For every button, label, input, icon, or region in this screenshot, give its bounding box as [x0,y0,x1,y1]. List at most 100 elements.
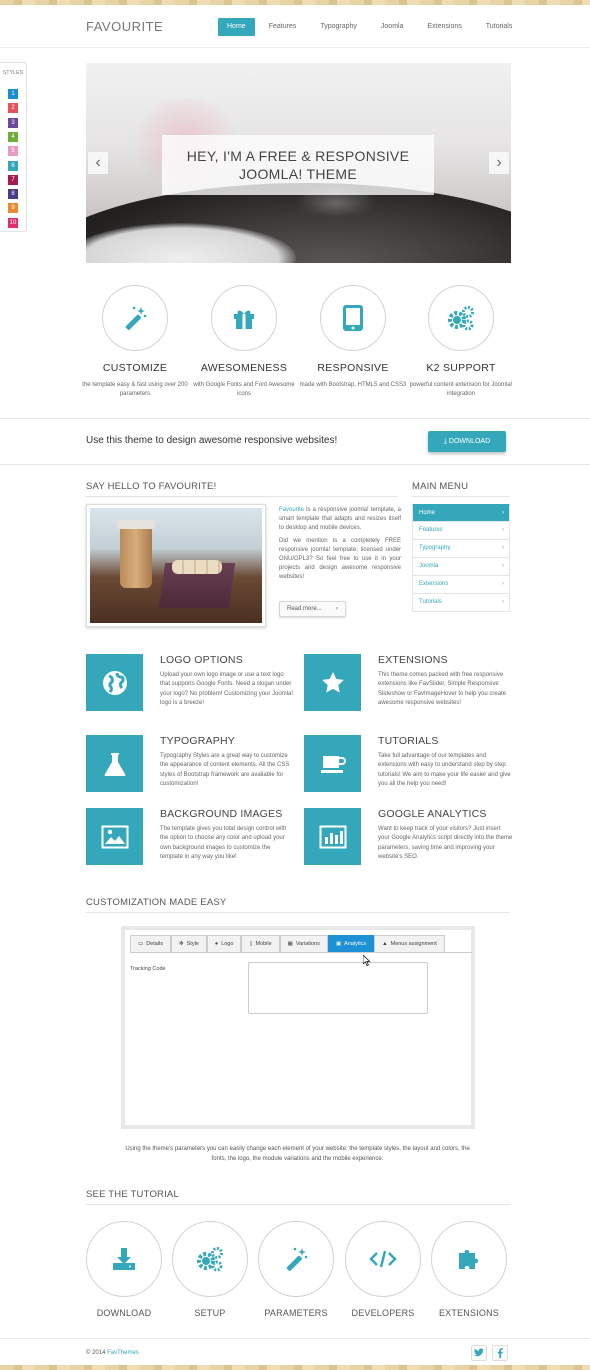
globe-icon[interactable] [86,654,143,711]
site-logo[interactable]: FAVOURITE [86,19,163,34]
tab-style[interactable]: ✻ Style [171,935,207,952]
nav-features[interactable]: Features [259,18,307,36]
tab-details[interactable]: ▭ Details [130,935,172,952]
style-swatch-2[interactable]: 2 [8,103,18,114]
style-swatch-8[interactable]: 8 [8,189,18,200]
tab-label: Details [146,940,164,947]
feature-box-title: GOOGLE ANALYTICS [378,808,487,820]
feature-box-background-images: BACKGROUND IMAGES The template gives you… [86,808,306,872]
menu-item-typography[interactable]: Typography › [412,540,510,558]
tab-variations[interactable]: ▦ Variations [279,935,328,952]
section-divider [86,496,398,497]
slider-prev-button[interactable]: ‹ [88,152,108,174]
menu-item-features[interactable]: Features › [412,522,510,540]
tutorial-developers[interactable]: DEVELOPERS [345,1221,421,1318]
puzzle-icon[interactable] [431,1221,507,1297]
gears-icon[interactable] [428,285,494,351]
feature-text: powerful content extension for Joomla! i… [409,382,513,397]
tab-mobile[interactable]: ▯ Mobile [241,935,280,952]
nav-extensions[interactable]: Extensions [417,18,471,36]
feature-box-text: Upload your own logo image or use a text… [160,672,294,707]
chevron-right-icon: › [502,563,504,569]
feature-box-logo-options: LOGO OPTIONS Upload your own logo image … [86,654,306,718]
feature-k2-support: K2 SUPPORT powerful content extension fo… [406,285,516,399]
tab-analytics[interactable]: ▣ Analytics [327,935,375,952]
menu-item-home[interactable]: Home › [412,504,510,522]
tutorial-download[interactable]: DOWNLOAD [86,1221,162,1318]
flask-icon[interactable] [86,735,143,792]
tab-logo[interactable]: ● Logo [206,935,242,952]
section-divider [412,496,510,497]
menu-item-tutorials[interactable]: Tutorials › [412,594,510,612]
company-link[interactable]: FavThemes [107,1350,139,1356]
site-header: FAVOURITE Home Features Typography Jooml… [0,5,590,48]
style-swatch-6[interactable]: 6 [8,160,18,171]
feature-text: the template easy & fast using over 200 … [82,382,188,397]
section-heading-tutorial: SEE THE TUTORIAL [86,1189,179,1200]
style-swatch-5[interactable]: 5 [8,146,18,157]
intro-paragraph-1: Favourite is a responsive joomla! templa… [279,506,401,533]
coffee-photo-image [90,508,262,623]
twitter-icon [474,1348,484,1357]
chevron-right-icon: › [502,527,504,533]
favourite-link[interactable]: Favourite [279,507,304,513]
tab-label: Menus assignment [390,940,437,947]
tracking-code-textarea[interactable] [248,962,428,1014]
sitemap-icon: ▲ [382,940,388,947]
feature-box-title: LOGO OPTIONS [160,654,243,666]
twitter-button[interactable] [471,1345,487,1361]
bar-chart-icon[interactable] [304,808,361,865]
facebook-button[interactable] [492,1345,508,1361]
menu-item-label: Joomla [419,563,439,569]
style-swatch-7[interactable]: 7 [8,174,18,185]
nav-typography[interactable]: Typography [310,18,367,36]
nav-tutorials[interactable]: Tutorials [476,18,523,36]
menu-item-label: Typography [419,545,451,551]
star-icon[interactable] [304,654,361,711]
coffee-icon[interactable] [304,735,361,792]
style-swatch-4[interactable]: 4 [8,131,18,142]
menu-item-extensions[interactable]: Extensions › [412,576,510,594]
chevron-right-icon: › [502,581,504,587]
chevron-left-icon: ‹ [95,154,101,171]
tutorial-extensions[interactable]: EXTENSIONS [431,1221,507,1318]
download-button[interactable]: ⤓ DOWNLOAD [428,431,506,452]
copyright: © 2014 FavThemes [86,1350,139,1356]
slider-next-button[interactable]: › [489,152,509,174]
nav-joomla[interactable]: Joomla [371,18,414,36]
style-swatch-3[interactable]: 3 [8,117,18,128]
style-swatch-10[interactable]: 10 [8,217,18,228]
admin-screenshot: ▭ Details ✻ Style ● Logo ▯ Mobile ▦ Variation… [121,926,475,1129]
feature-box-title: TUTORIALS [378,735,439,747]
magic-wand-icon[interactable] [102,285,168,351]
magic-wand-icon[interactable] [258,1221,334,1297]
download-icon[interactable] [86,1221,162,1297]
nav-home[interactable]: Home [218,18,255,36]
feature-text: made with Bootstrap, HTML5 and CSS3 [299,382,407,388]
style-swatch-9[interactable]: 9 [8,203,18,214]
tablet-icon[interactable] [320,285,386,351]
picture-icon[interactable] [86,808,143,865]
mouse-cursor-icon [363,955,371,966]
menu-item-joomla[interactable]: Joomla › [412,558,510,576]
hero-slider: HEY, I'M A FREE & RESPONSIVE JOOMLA! THE… [86,63,511,263]
menu-item-label: Extensions [419,581,449,587]
gift-icon[interactable] [211,285,277,351]
tutorial-parameters[interactable]: PARAMETERS [258,1221,334,1318]
feature-box-text: Typography Styles are a great way to cus… [160,753,290,788]
style-swatch-1[interactable]: 1 [8,89,18,99]
tutorial-label: DEVELOPERS [351,1308,415,1318]
feature-box-title: EXTENSIONS [378,654,448,666]
photo-macarons [172,560,222,574]
styles-panel: STYLES 1 2 3 4 5 6 7 8 9 10 [0,62,27,232]
tutorial-setup[interactable]: SETUP [172,1221,248,1318]
download-band: Use this theme to design awesome respons… [0,418,590,465]
chevron-right-icon: › [502,599,504,605]
section-heading-customization: CUSTOMIZATION MADE EASY [86,897,227,908]
read-more-button[interactable]: Read more... › [279,601,346,617]
menu-item-label: Home [419,510,436,516]
gears-icon[interactable] [172,1221,248,1297]
code-icon[interactable] [345,1221,421,1297]
tab-menus-assignment[interactable]: ▲ Menus assignment [374,935,445,952]
section-heading-main-menu: MAIN MENU [412,481,469,492]
